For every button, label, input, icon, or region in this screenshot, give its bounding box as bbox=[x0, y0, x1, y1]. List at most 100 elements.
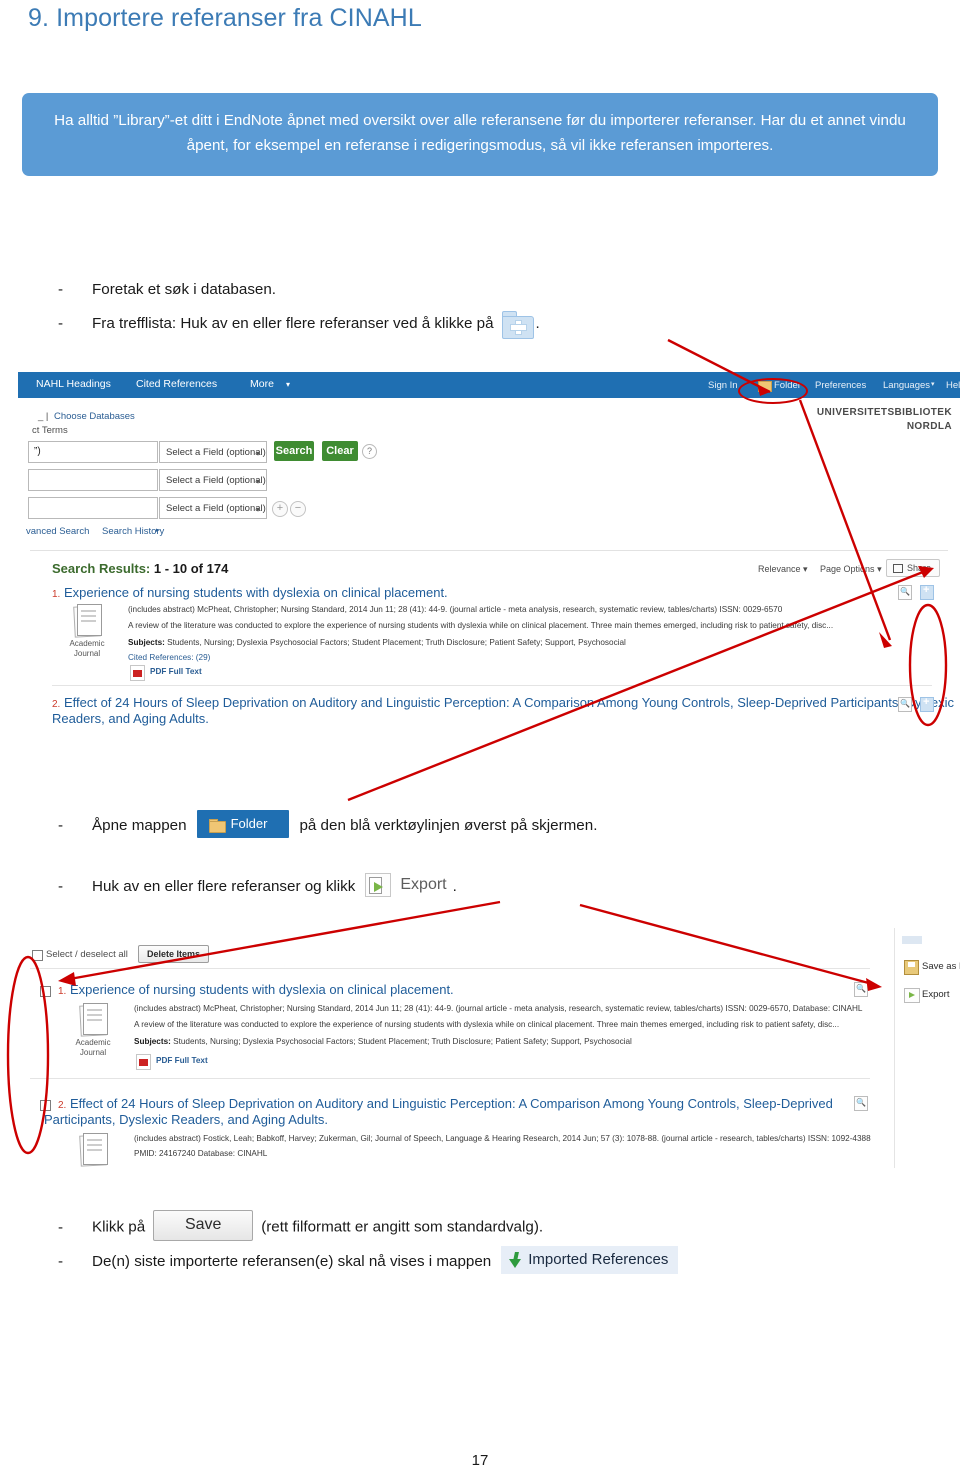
clear-button[interactable]: Clear bbox=[322, 441, 358, 461]
field-select-label: Select a Field (optional) bbox=[166, 475, 266, 486]
step-5-post: (rett filformatt er angitt som standardv… bbox=[261, 1218, 544, 1236]
preview-icon-2[interactable]: 🔍 bbox=[898, 697, 912, 712]
folder-item-2-title-line2: Participants, Dyslexic Readers, and Agin… bbox=[44, 1112, 328, 1127]
add-row-button[interactable]: + bbox=[272, 501, 288, 517]
result-1-citation: (includes abstract) McPheat, Christopher… bbox=[128, 605, 783, 614]
folder-plus-icon bbox=[500, 310, 534, 339]
export-button[interactable]: Export bbox=[922, 989, 949, 1000]
step-6-pre: De(n) siste importerte referansen(e) ska… bbox=[92, 1253, 492, 1271]
add-to-folder-icon-2[interactable] bbox=[920, 696, 934, 712]
nav-cited-references[interactable]: Cited References bbox=[136, 378, 217, 390]
chevron-down-icon: ▾ bbox=[255, 505, 260, 514]
folder-item-2-title[interactable]: 2. Effect of 24 Hours of Sleep Deprivati… bbox=[58, 1096, 833, 1111]
save-button-inline[interactable]: Save bbox=[153, 1210, 254, 1241]
label-subject-terms: ct Terms bbox=[32, 425, 68, 436]
help-icon[interactable]: ? bbox=[362, 444, 377, 459]
result-1-title[interactable]: 1. Experience of nursing students with d… bbox=[52, 585, 448, 600]
chevron-down-icon: ▾ bbox=[803, 564, 808, 574]
nav-sign-in[interactable]: Sign In bbox=[708, 380, 738, 391]
step-2: - Fra trefflista: Huk av en eller flere r… bbox=[58, 310, 540, 339]
chevron-down-icon: ▾ bbox=[931, 381, 935, 388]
export-icon bbox=[365, 873, 392, 897]
search-button[interactable]: Search bbox=[274, 441, 314, 461]
step-4-pre: Huk av en eller flere referanser og klik… bbox=[92, 878, 356, 896]
result-1-pdf-link[interactable]: PDF Full Text bbox=[150, 667, 202, 676]
pdf-icon bbox=[136, 1054, 151, 1070]
library-name-line1: UNIVERSITETSBIBLIOTEK bbox=[816, 407, 952, 418]
item-1-checkbox[interactable] bbox=[40, 986, 51, 997]
result-2-title[interactable]: 2. Effect of 24 Hours of Sleep Deprivati… bbox=[52, 695, 954, 710]
screenshot-search-results: NAHL Headings Cited References More ▾ Si… bbox=[18, 372, 960, 740]
pdf-icon bbox=[130, 665, 145, 681]
folder-button-inline[interactable]: Folder bbox=[196, 810, 290, 838]
sort-by-relevance[interactable]: Relevance ▾ bbox=[758, 564, 808, 575]
nav-help[interactable]: Help bbox=[946, 380, 960, 391]
page-options[interactable]: Page Options ▾ bbox=[820, 564, 882, 575]
add-to-folder-icon-1[interactable] bbox=[920, 584, 934, 600]
remove-row-button[interactable]: − bbox=[290, 501, 306, 517]
folder-item-1-pdf-link[interactable]: PDF Full Text bbox=[156, 1056, 208, 1065]
folder-item-1-subjects: Subjects: Students, Nursing; Dyslexia Ps… bbox=[134, 1037, 632, 1046]
results-panel: Search Results: 1 - 10 of 174 Relevance … bbox=[30, 550, 954, 740]
step-4-post: . bbox=[452, 878, 457, 896]
academic-journal-icon bbox=[78, 1002, 108, 1037]
imported-references-label: Imported References bbox=[528, 1251, 669, 1268]
field-select-row3[interactable]: Select a Field (optional) ▾ bbox=[159, 497, 267, 519]
preview-icon-2[interactable]: 🔍 bbox=[854, 1096, 868, 1111]
link-advanced-search[interactable]: vanced Search bbox=[26, 526, 89, 537]
step-3-pre: Åpne mappen bbox=[92, 817, 187, 835]
step-6: - De(n) siste importerte referansen(e) sk… bbox=[58, 1246, 679, 1276]
result-2-number: 2. bbox=[52, 699, 61, 710]
folder-item-2-citation: (includes abstract) Fostick, Leah; Babko… bbox=[134, 1134, 871, 1143]
link-search-history[interactable]: Search History bbox=[102, 526, 164, 537]
result-1-number: 1. bbox=[52, 589, 61, 600]
save-as-file-button[interactable]: Save as File bbox=[922, 961, 960, 972]
step-3: - Åpne mappen Folder på den blå verktøylinj… bbox=[58, 810, 598, 840]
step-3-post: på den blå verktøylinjen øverst på skjer… bbox=[299, 817, 598, 835]
nav-languages[interactable]: Languages bbox=[883, 380, 930, 391]
step-5: - Klikk på Save (rett filformatt er angitt … bbox=[58, 1210, 544, 1243]
preview-icon-1[interactable]: 🔍 bbox=[854, 982, 868, 997]
share-button[interactable]: Share bbox=[885, 559, 940, 578]
result-2-title-line2-wrap[interactable]: Readers, and Aging Adults. bbox=[52, 711, 209, 726]
search-input-row3[interactable] bbox=[28, 497, 158, 519]
ebsco-top-navbar: NAHL Headings Cited References More ▾ Si… bbox=[18, 372, 960, 398]
nav-preferences[interactable]: Preferences bbox=[815, 380, 866, 391]
folder-item-2-title-line2-wrap[interactable]: Participants, Dyslexic Readers, and Agin… bbox=[44, 1112, 328, 1127]
imported-references-chip[interactable]: Imported References bbox=[501, 1246, 679, 1275]
delete-items-button[interactable]: Delete Items bbox=[138, 945, 210, 963]
folder-item-2-number: 2. bbox=[58, 1100, 67, 1111]
item-2-checkbox[interactable] bbox=[40, 1100, 51, 1111]
bullet-dash: - bbox=[58, 1253, 64, 1271]
step-5-pre: Klikk på bbox=[92, 1218, 146, 1236]
document-page: 9. Importere referanser fra CINAHL Ha al… bbox=[0, 0, 960, 1483]
preview-icon-1[interactable]: 🔍 bbox=[898, 585, 912, 600]
search-input-row2[interactable] bbox=[28, 469, 158, 491]
chevron-down-icon: ▾ bbox=[255, 449, 260, 458]
folder-item-1-abstract: A review of the literature was conducted… bbox=[134, 1020, 840, 1029]
folder-item-1-citation: (includes abstract) McPheat, Christopher… bbox=[134, 1004, 863, 1013]
search-input-row1[interactable]: ”) bbox=[28, 441, 158, 463]
export-button-inline[interactable]: Export bbox=[365, 873, 447, 897]
chevron-down-icon: ▾ bbox=[877, 564, 882, 574]
field-select-label: Select a Field (optional) bbox=[166, 447, 266, 458]
folder-item-1-subjects-label: Subjects: bbox=[134, 1037, 171, 1046]
result-2-title-line2: Readers, and Aging Adults. bbox=[52, 711, 209, 726]
result-1-cited-references[interactable]: Cited References: (29) bbox=[128, 653, 210, 662]
folder-item-1-title[interactable]: 1. Experience of nursing students with d… bbox=[58, 982, 454, 997]
panel-header-placeholder bbox=[902, 936, 922, 944]
nav-more[interactable]: More bbox=[250, 378, 274, 390]
field-select-row2[interactable]: Select a Field (optional) ▾ bbox=[159, 469, 267, 491]
link-choose-databases[interactable]: Choose Databases bbox=[54, 411, 135, 422]
share-icon bbox=[892, 564, 903, 574]
nav-cinahl-headings[interactable]: NAHL Headings bbox=[36, 378, 111, 390]
result-1-subjects-label: Subjects: bbox=[128, 638, 165, 647]
results-heading-range: 1 - 10 of 174 bbox=[153, 561, 229, 576]
bullet-dash: - bbox=[58, 315, 64, 333]
sort-by-label: Relevance bbox=[758, 564, 801, 574]
folder-item-2-citation2: PMID: 24167240 Database: CINAHL bbox=[134, 1149, 268, 1158]
academic-journal-icon bbox=[78, 1132, 108, 1167]
bullet-dash: - bbox=[58, 878, 64, 896]
select-all-checkbox[interactable] bbox=[32, 950, 43, 961]
field-select-row1[interactable]: Select a Field (optional) ▾ bbox=[159, 441, 267, 463]
